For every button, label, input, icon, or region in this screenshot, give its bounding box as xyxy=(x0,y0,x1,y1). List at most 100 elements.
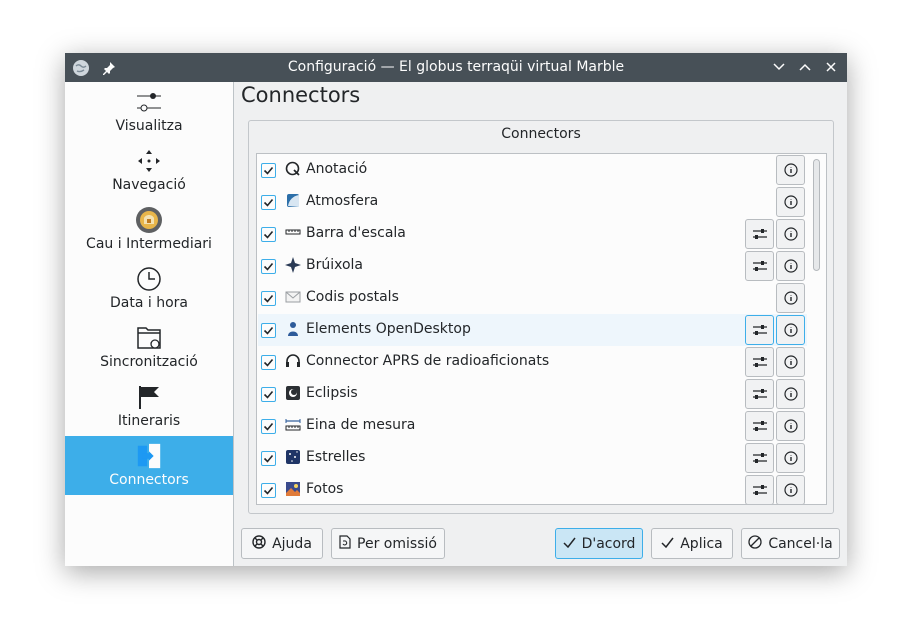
plugin-enabled-checkbox[interactable] xyxy=(261,163,276,178)
plugin-enabled-checkbox[interactable] xyxy=(261,291,276,306)
list-item: Barra d'escala xyxy=(258,218,807,250)
navigation-arrows-icon xyxy=(135,147,163,175)
measure-tool-icon xyxy=(285,417,301,433)
checkmark-icon xyxy=(661,536,674,552)
plugin-info-button[interactable] xyxy=(776,155,805,185)
plugin-info-button[interactable] xyxy=(776,411,805,441)
plugin-enabled-checkbox[interactable] xyxy=(261,451,276,466)
cancel-button-label: Cancel·la xyxy=(768,535,833,552)
apply-button-label: Aplica xyxy=(680,535,723,552)
plugin-configure-button[interactable] xyxy=(745,443,774,473)
eclipse-icon xyxy=(285,385,301,401)
plugin-configure-button[interactable] xyxy=(745,475,774,504)
plugin-info-button[interactable] xyxy=(776,283,805,313)
plugin-enabled-checkbox[interactable] xyxy=(261,419,276,434)
list-item: Eina de mesura xyxy=(258,410,807,442)
help-button[interactable]: Ajuda xyxy=(241,528,323,559)
sidebar-item-label: Visualitza xyxy=(115,118,183,134)
list-item: Brúixola xyxy=(258,250,807,282)
scale-bar-icon xyxy=(285,225,301,241)
cancel-circle-icon xyxy=(748,534,762,553)
list-item: Estrelles xyxy=(258,442,807,474)
plugin-enabled-checkbox[interactable] xyxy=(261,195,276,210)
sidebar-item-visualitza[interactable]: Visualitza xyxy=(65,82,233,141)
plugin-configure-button[interactable] xyxy=(745,379,774,409)
minimize-chevron-down-icon[interactable] xyxy=(769,57,789,77)
sidebar-item-navegacio[interactable]: Navegació xyxy=(65,141,233,200)
plugin-name: Estrelles xyxy=(306,449,366,465)
plugin-configure-button[interactable] xyxy=(745,251,774,281)
plugin-configure-button[interactable] xyxy=(745,347,774,377)
plugin-configure-button[interactable] xyxy=(745,219,774,249)
list-item: Fotos xyxy=(258,474,807,504)
sidebar-item-connectors[interactable]: Connectors xyxy=(65,436,233,495)
envelope-icon xyxy=(285,289,301,305)
scrollbar-thumb[interactable] xyxy=(813,159,820,271)
defaults-button-label: Per omissió xyxy=(357,535,437,552)
sidebar-item-cau-intermediari[interactable]: Cau i Intermediari xyxy=(65,200,233,259)
plugin-info-button[interactable] xyxy=(776,347,805,377)
page-title: Connectors xyxy=(241,83,361,107)
sidebar-item-label: Cau i Intermediari xyxy=(86,236,212,252)
document-revert-icon xyxy=(339,534,351,553)
compass-icon xyxy=(285,257,301,273)
settings-dialog: Configuració — El globus terraqüi virtua… xyxy=(65,53,847,566)
list-item: Eclipsis xyxy=(258,378,807,410)
plugin-info-button[interactable] xyxy=(776,219,805,249)
plugin-name: Elements OpenDesktop xyxy=(306,321,471,337)
sidebar-item-label: Itineraris xyxy=(117,413,181,429)
plugin-enabled-checkbox[interactable] xyxy=(261,259,276,274)
plugin-name: Connector APRS de radioaficionats xyxy=(306,353,550,369)
list-item: Anotació xyxy=(258,154,807,186)
plugin-enabled-checkbox[interactable] xyxy=(261,387,276,402)
ok-button[interactable]: D'acord xyxy=(555,528,643,559)
plugin-configure-button[interactable] xyxy=(745,315,774,345)
help-button-label: Ajuda xyxy=(272,535,312,552)
opendesktop-icon xyxy=(285,321,301,337)
plugin-name: Barra d'escala xyxy=(306,225,406,241)
plugin-name: Atmosfera xyxy=(306,193,379,209)
plugins-list: Anotació Atmosfera Barra d'escala Brúixo… xyxy=(256,153,827,505)
view-sliders-icon xyxy=(135,88,163,116)
cache-proxy-icon xyxy=(135,206,163,234)
sidebar-item-label: Connectors xyxy=(109,472,189,488)
plugin-info-button[interactable] xyxy=(776,187,805,217)
window-title: Configuració — El globus terraqüi virtua… xyxy=(287,59,625,75)
groupbox-title: Connectors xyxy=(501,126,581,142)
annotation-icon xyxy=(285,161,301,177)
plugins-icon xyxy=(135,442,163,470)
plugin-enabled-checkbox[interactable] xyxy=(261,483,276,498)
plugin-enabled-checkbox[interactable] xyxy=(261,323,276,338)
folder-sync-icon xyxy=(135,324,163,352)
stars-icon xyxy=(285,449,301,465)
apply-button[interactable]: Aplica xyxy=(651,528,733,559)
sidebar-item-itineraris[interactable]: Itineraris xyxy=(65,377,233,436)
sidebar-item-label: Navegació xyxy=(112,177,186,193)
plugin-enabled-checkbox[interactable] xyxy=(261,227,276,242)
maximize-chevron-up-icon[interactable] xyxy=(795,57,815,77)
sidebar-item-sincronitzacio[interactable]: Sincronització xyxy=(65,318,233,377)
sidebar-item-data-hora[interactable]: Data i hora xyxy=(65,259,233,318)
cancel-button[interactable]: Cancel·la xyxy=(741,528,840,559)
close-icon[interactable] xyxy=(821,57,841,77)
defaults-button[interactable]: Per omissió xyxy=(331,528,445,559)
plugin-info-button[interactable] xyxy=(776,315,805,345)
plugin-enabled-checkbox[interactable] xyxy=(261,355,276,370)
plugin-configure-button[interactable] xyxy=(745,411,774,441)
plugin-name: Eina de mesura xyxy=(306,417,416,433)
plugin-name: Anotació xyxy=(306,161,368,177)
settings-sidebar: Visualitza Navegació Cau i Intermediari … xyxy=(65,82,234,566)
plugin-info-button[interactable] xyxy=(776,443,805,473)
plugin-name: Codis postals xyxy=(306,289,399,305)
sidebar-item-label: Data i hora xyxy=(110,295,188,311)
checkmark-icon xyxy=(563,536,576,552)
atmosphere-icon xyxy=(285,193,301,209)
list-item: Connector APRS de radioaficionats xyxy=(258,346,807,378)
vertical-scrollbar[interactable] xyxy=(811,158,821,500)
flag-icon xyxy=(135,383,163,411)
sidebar-item-label: Sincronització xyxy=(100,354,198,370)
ok-button-label: D'acord xyxy=(581,535,636,552)
plugin-info-button[interactable] xyxy=(776,251,805,281)
plugin-info-button[interactable] xyxy=(776,475,805,504)
plugin-info-button[interactable] xyxy=(776,379,805,409)
